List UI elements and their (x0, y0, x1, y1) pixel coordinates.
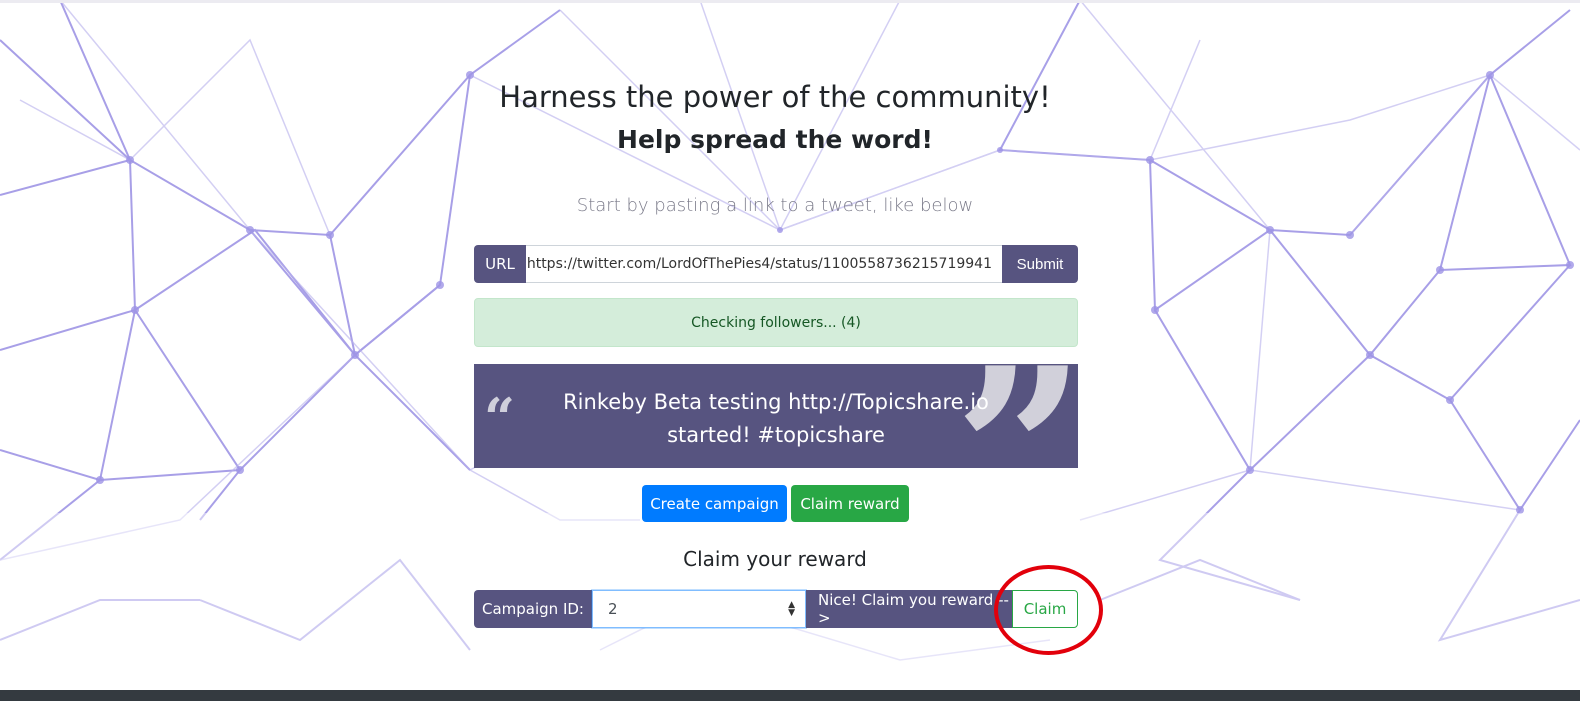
tweet-text: Rinkeby Beta testing http://Topicshare.i… (563, 390, 989, 447)
claim-input-group: Campaign ID: 2 ▲ ▼ Nice! Claim you reward… (474, 590, 1078, 628)
claim-reward-button[interactable]: Claim reward (791, 485, 909, 522)
create-campaign-button[interactable]: Create campaign (642, 485, 787, 522)
tweet-quote-card: “ Rinkeby Beta testing http://Topicshare… (474, 364, 1078, 468)
page-subtitle: Help spread the word! (617, 125, 933, 154)
claim-button[interactable]: Claim (1012, 590, 1078, 628)
claim-hint-label: Nice! Claim you reward --> (806, 590, 1012, 628)
campaign-id-select[interactable]: 2 ▲ ▼ (592, 590, 806, 628)
url-input-group: URL https://twitter.com/LordOfThePies4/s… (474, 245, 1078, 283)
status-alert: Checking followers... (4) (474, 298, 1078, 347)
main-content: Harness the power of the community! Help… (0, 0, 1580, 690)
select-arrows-icon: ▲ ▼ (788, 600, 795, 618)
submit-button[interactable]: Submit (1002, 245, 1078, 283)
page-title: Harness the power of the community! (499, 80, 1051, 114)
claim-section-title: Claim your reward (683, 547, 867, 571)
tweet-url-value: https://twitter.com/LordOfThePies4/statu… (526, 256, 992, 272)
lead-text: Start by pasting a link to a tweet, like… (576, 195, 974, 216)
url-label: URL (474, 245, 526, 283)
bottom-bar (0, 690, 1580, 701)
open-quote-icon: “ (484, 386, 516, 450)
campaign-id-label: Campaign ID: (474, 590, 592, 628)
tweet-url-input[interactable]: https://twitter.com/LordOfThePies4/statu… (526, 245, 1002, 283)
campaign-id-value: 2 (608, 600, 618, 618)
